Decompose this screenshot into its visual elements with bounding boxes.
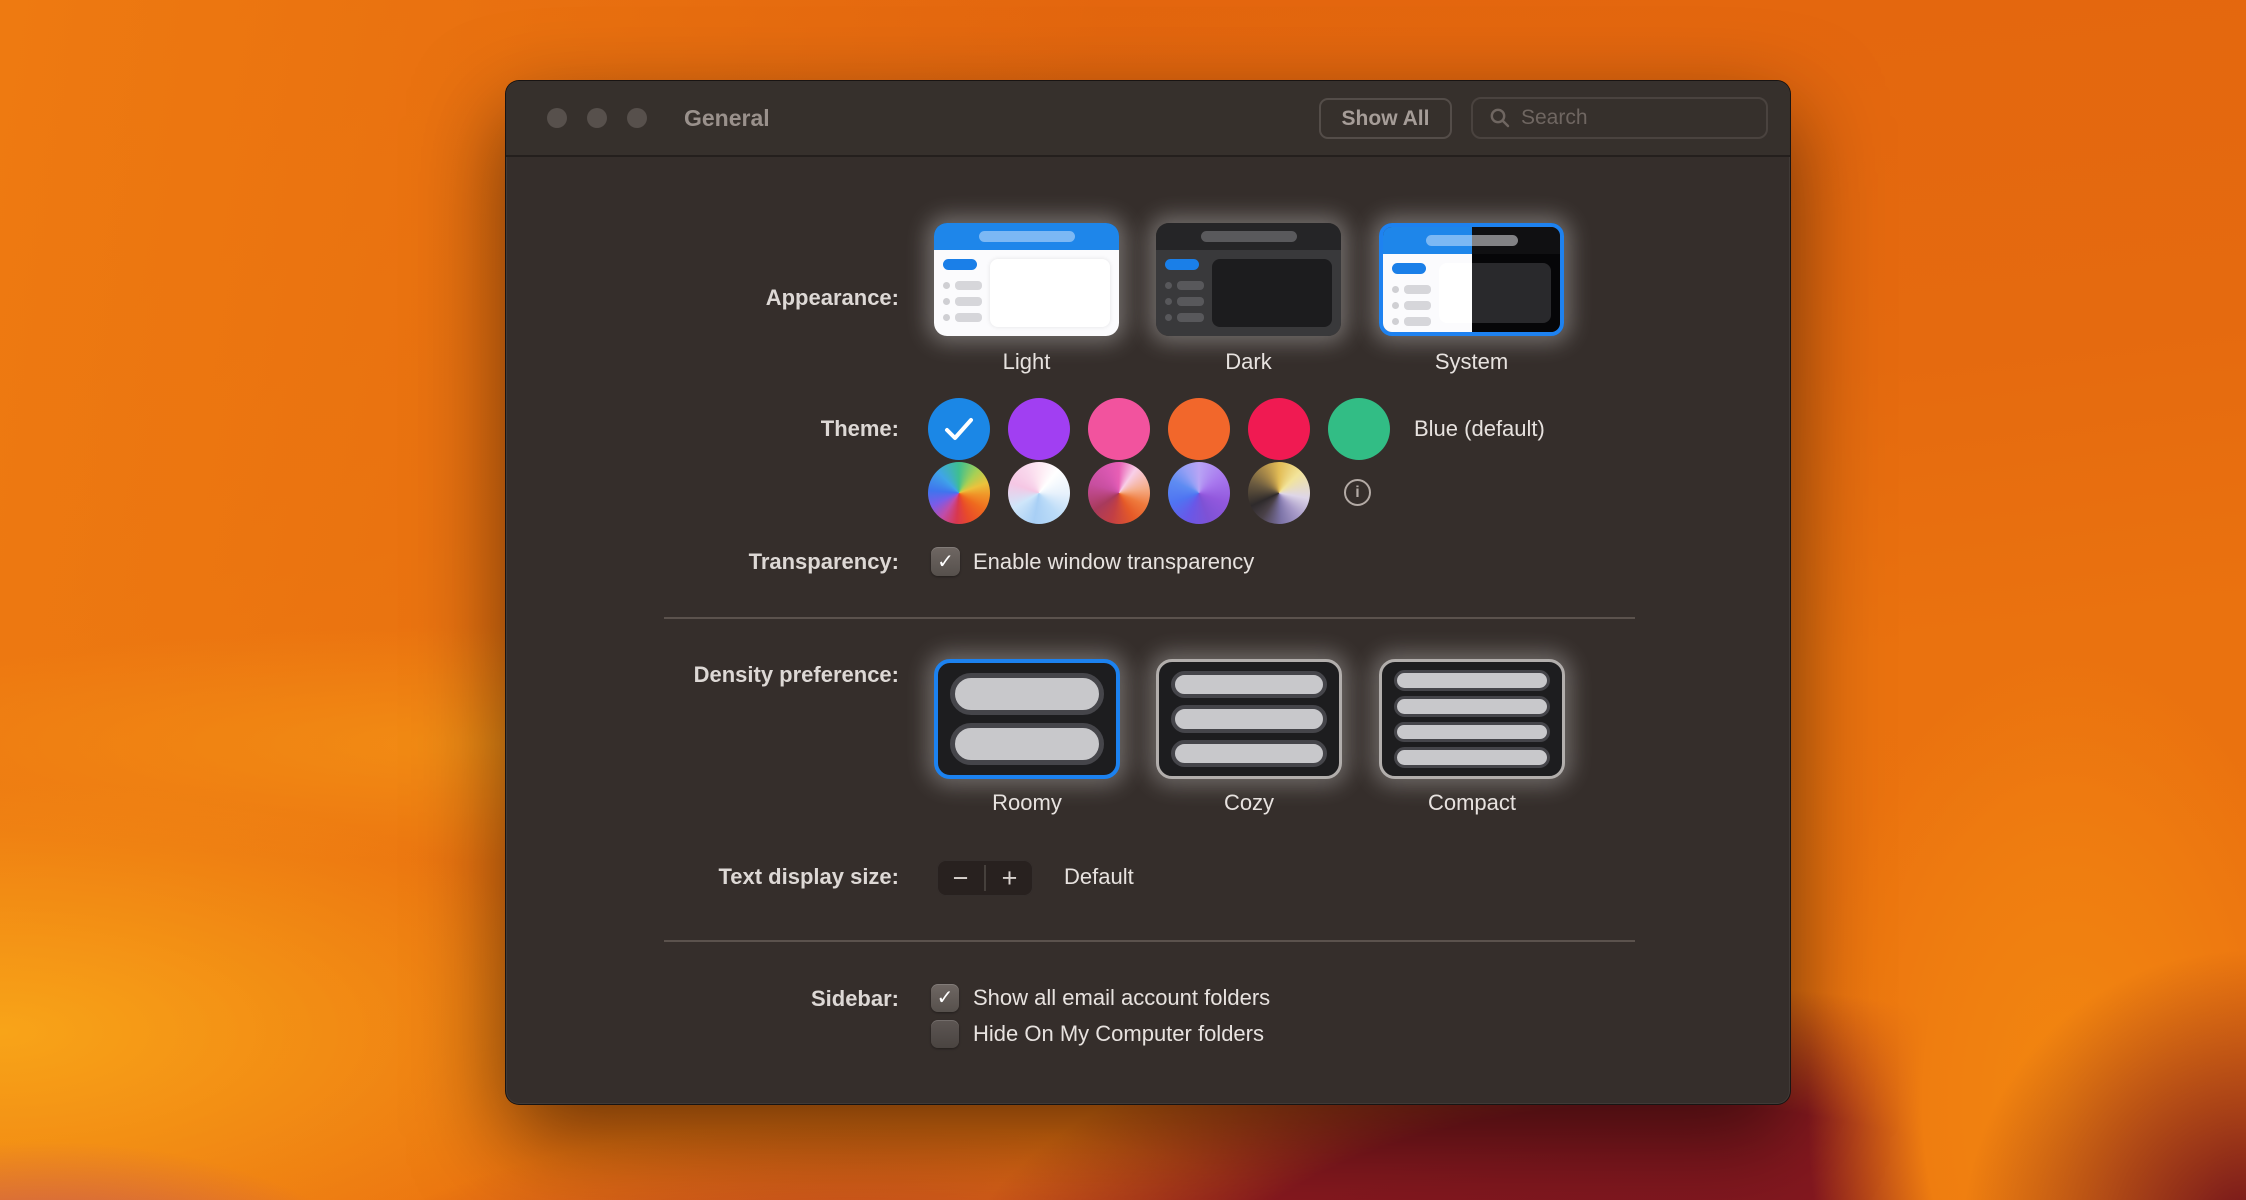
theme-selected-label: Blue (default) (1414, 414, 1545, 444)
theme-swatch-rainbow[interactable] (928, 462, 990, 524)
density-option-cozy[interactable] (1156, 659, 1342, 779)
title-bar: General Show All (506, 81, 1790, 157)
theme-swatch-pink[interactable] (1088, 398, 1150, 460)
density-label: Density preference: (506, 660, 899, 690)
check-icon (943, 416, 975, 442)
theme-swatch-red[interactable] (1248, 398, 1310, 460)
system-light-half (1383, 227, 1472, 332)
density-row-pill (950, 723, 1104, 765)
theme-swatch-violet[interactable] (1168, 462, 1230, 524)
density-row-pill (1394, 747, 1550, 768)
theme-swatch-pastel[interactable] (1008, 462, 1070, 524)
theme-swatch-purple[interactable] (1008, 398, 1070, 460)
text-size-label: Text display size: (506, 862, 899, 892)
theme-swatch-green[interactable] (1328, 398, 1390, 460)
minimize-button[interactable] (587, 108, 607, 128)
appearance-label: Appearance: (506, 283, 899, 313)
search-field[interactable] (1471, 97, 1768, 139)
thumb-titlebar (1156, 223, 1341, 250)
theme-swatch-blue[interactable] (928, 398, 990, 460)
density-row-pill (1394, 722, 1550, 743)
density-row-pill (1394, 696, 1550, 717)
appearance-option-system[interactable] (1379, 223, 1564, 336)
text-size-stepper: − + (937, 860, 1033, 896)
traffic-lights (547, 108, 647, 128)
transparency-label: Transparency: (506, 547, 899, 577)
theme-swatch-gold-dusk[interactable] (1248, 462, 1310, 524)
density-caption-cozy: Cozy (1156, 788, 1342, 818)
appearance-option-dark[interactable] (1156, 223, 1341, 336)
close-button[interactable] (547, 108, 567, 128)
page-title: General (684, 81, 770, 155)
density-caption-compact: Compact (1379, 788, 1565, 818)
sidebar-label: Sidebar: (506, 984, 899, 1014)
thumb-body (934, 250, 1119, 336)
theme-swatch-orange[interactable] (1168, 398, 1230, 460)
show-all-button[interactable]: Show All (1319, 98, 1452, 139)
search-icon (1489, 107, 1511, 129)
thumb-titlebar (934, 223, 1119, 250)
theme-label: Theme: (506, 414, 899, 444)
transparency-checkbox[interactable]: ✓ (931, 547, 960, 576)
search-input[interactable] (1521, 106, 1756, 130)
appearance-option-light[interactable] (934, 223, 1119, 336)
info-icon[interactable]: i (1344, 479, 1371, 506)
preferences-window: General Show All Appearance: (505, 80, 1791, 1105)
show-all-folders-checkbox[interactable]: ✓ (931, 984, 959, 1012)
hide-on-my-computer-checkbox[interactable]: ✓ (931, 1020, 959, 1048)
section-divider (664, 617, 1635, 619)
text-size-value: Default (1064, 862, 1134, 892)
density-caption-roomy: Roomy (934, 788, 1120, 818)
thumb-body (1156, 250, 1341, 336)
system-dark-half (1472, 227, 1561, 332)
hide-on-my-computer-label: Hide On My Computer folders (973, 1019, 1264, 1049)
appearance-caption-light: Light (934, 347, 1119, 377)
section-divider (664, 940, 1635, 942)
decrease-text-size-button[interactable]: − (937, 860, 984, 896)
appearance-caption-system: System (1379, 347, 1564, 377)
density-row-pill (1394, 670, 1550, 691)
density-option-compact[interactable] (1379, 659, 1565, 779)
appearance-caption-dark: Dark (1156, 347, 1341, 377)
transparency-checkbox-label: Enable window transparency (973, 547, 1254, 576)
theme-swatch-sunset[interactable] (1088, 462, 1150, 524)
zoom-button[interactable] (627, 108, 647, 128)
density-row-pill (1171, 705, 1327, 732)
increase-text-size-button[interactable]: + (986, 860, 1033, 896)
show-all-folders-label: Show all email account folders (973, 983, 1270, 1013)
density-option-roomy[interactable] (934, 659, 1120, 779)
density-row-pill (950, 673, 1104, 715)
density-row-pill (1171, 671, 1327, 698)
density-row-pill (1171, 740, 1327, 767)
